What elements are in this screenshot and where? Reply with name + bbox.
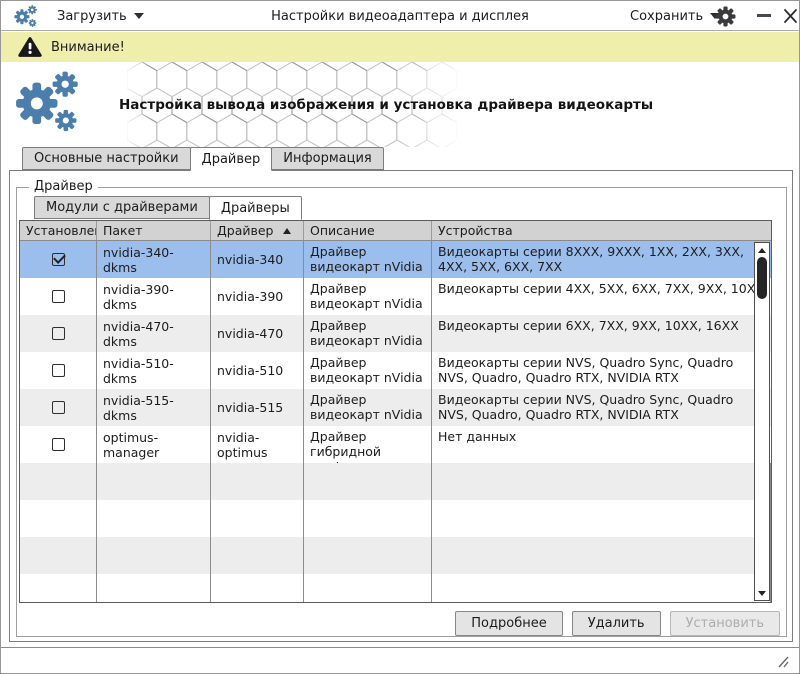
column-header-driver-label: Драйвер [217, 223, 273, 238]
package-cell: nvidia-510-dkms [97, 352, 211, 389]
groupbox-label: Драйвер [29, 179, 98, 194]
status-bar [1, 647, 799, 673]
devices-cell: Нет данных [432, 426, 771, 463]
tab-driver-modules[interactable]: Модули с драйверами [34, 196, 210, 219]
save-menu-button[interactable]: Сохранить [626, 1, 724, 31]
sort-ascending-icon [283, 228, 291, 234]
description-cell: Драйвер видеокарт nVidia [304, 241, 432, 278]
table-row[interactable]: nvidia-340-dkms nvidia-340 Драйвер видео… [20, 241, 771, 278]
driver-cell: nvidia-515 [211, 389, 304, 426]
installed-checkbox[interactable] [52, 401, 65, 414]
column-header-installed[interactable]: Установлен [20, 221, 97, 240]
installed-checkbox[interactable] [52, 438, 65, 451]
installed-cell [20, 389, 97, 426]
package-cell: nvidia-390-dkms [97, 278, 211, 315]
scroll-down-icon [758, 591, 766, 596]
gears-logo-icon [15, 71, 81, 137]
page-title: Настройка вывода изображения и установка… [119, 97, 679, 113]
install-button[interactable]: Установить [670, 611, 780, 636]
details-button[interactable]: Подробнее [455, 611, 562, 636]
column-header-description[interactable]: Описание [304, 221, 432, 240]
remove-button[interactable]: Удалить [572, 611, 661, 636]
settings-gear-button[interactable] [715, 6, 736, 27]
warning-banner: Внимание! [1, 32, 799, 62]
warning-icon [18, 36, 42, 58]
description-cell: Драйвер видеокарт nVidia [304, 278, 432, 315]
devices-cell: Видеокарты серии NVS, Quadro Sync, Quadr… [432, 352, 771, 389]
tab-drivers[interactable]: Драйверы [209, 196, 302, 220]
load-menu-label: Загрузить [57, 9, 127, 24]
driver-subtabs: Модули с драйверами Драйверы [34, 196, 301, 220]
minimize-icon [757, 14, 771, 17]
close-button[interactable] [781, 1, 800, 31]
save-menu-label: Сохранить [630, 9, 703, 24]
column-header-driver[interactable]: Драйвер [211, 221, 304, 240]
driver-cell: nvidia-optimus [211, 426, 304, 463]
drivers-table: Установлен Пакет Драйвер Описание Устрой… [19, 220, 772, 603]
scrollbar-down-button[interactable] [755, 587, 769, 599]
installed-checkbox[interactable] [52, 290, 65, 303]
description-cell: Драйвер видеокарт nVidia [304, 315, 432, 352]
table-row[interactable]: nvidia-470-dkms nvidia-470 Драйвер видео… [20, 315, 771, 352]
page-header: Настройка вывода изображения и установка… [1, 62, 799, 147]
empty-row [20, 500, 771, 537]
empty-row [20, 537, 771, 574]
installed-cell [20, 315, 97, 352]
warning-label: Внимание! [51, 40, 125, 55]
table-row[interactable]: nvidia-515-dkms nvidia-515 Драйвер видео… [20, 389, 771, 426]
empty-row [20, 463, 771, 500]
resize-grip[interactable] [774, 654, 790, 668]
driver-cell: nvidia-470 [211, 315, 304, 352]
column-header-devices[interactable]: Устройства [432, 221, 771, 240]
driver-cell: nvidia-340 [211, 241, 304, 278]
devices-cell: Видеокарты серии NVS, Quadro Sync, Quadr… [432, 389, 771, 426]
devices-cell: Видеокарты серии 8XXX, 9XXX, 1XX, 2XX, 3… [432, 241, 771, 278]
devices-cell: Видеокарты серии 4XX, 5XX, 6XX, 7XX, 9XX… [432, 278, 771, 315]
table-row[interactable]: nvidia-390-dkms nvidia-390 Драйвер видео… [20, 278, 771, 315]
empty-row [20, 574, 771, 603]
installed-checkbox[interactable] [52, 253, 65, 266]
package-cell: nvidia-340-dkms [97, 241, 211, 278]
tab-driver[interactable]: Драйвер [190, 147, 273, 171]
vertical-scrollbar[interactable] [754, 242, 770, 601]
installed-checkbox[interactable] [52, 327, 65, 340]
column-header-package[interactable]: Пакет [97, 221, 211, 240]
main-tabs: Основные настройки Драйвер Информация [22, 147, 383, 171]
app-window: Загрузить Настройки видеоадаптера и дисп… [0, 0, 800, 674]
close-icon [781, 1, 800, 31]
chevron-down-icon [134, 13, 144, 19]
minimize-button[interactable] [753, 1, 775, 31]
scroll-up-icon [758, 248, 766, 253]
driver-tab-panel: Драйвер Модули с драйверами Драйверы Уст… [9, 170, 793, 642]
tab-basic-settings[interactable]: Основные настройки [22, 147, 191, 170]
package-cell: nvidia-470-dkms [97, 315, 211, 352]
scrollbar-up-button[interactable] [755, 244, 769, 256]
table-row[interactable]: nvidia-510-dkms nvidia-510 Драйвер видео… [20, 352, 771, 389]
app-gears-icon [14, 5, 38, 29]
description-cell: Драйвер видеокарт nVidia [304, 352, 432, 389]
table-header: Установлен Пакет Драйвер Описание Устрой… [20, 221, 771, 241]
description-cell: Драйвер гибридной графики ноутбука [304, 426, 432, 463]
installed-cell [20, 241, 97, 278]
devices-cell: Видеокарты серии 6XX, 7XX, 9XX, 10XX, 16… [432, 315, 771, 352]
title-bar: Загрузить Настройки видеоадаптера и дисп… [1, 1, 799, 31]
package-cell: nvidia-515-dkms [97, 389, 211, 426]
load-menu-button[interactable]: Загрузить [53, 1, 148, 31]
tab-information[interactable]: Информация [271, 147, 383, 170]
driver-groupbox: Драйвер Модули с драйверами Драйверы Уст… [16, 187, 787, 637]
installed-cell [20, 352, 97, 389]
driver-cell: nvidia-510 [211, 352, 304, 389]
action-buttons: Подробнее Удалить Установить [455, 611, 780, 636]
description-cell: Драйвер видеокарт nVidia [304, 389, 432, 426]
installed-cell [20, 278, 97, 315]
table-row[interactable]: optimus-manager nvidia-optimus Драйвер г… [20, 426, 771, 463]
driver-cell: nvidia-390 [211, 278, 304, 315]
package-cell: optimus-manager [97, 426, 211, 463]
installed-cell [20, 426, 97, 463]
installed-checkbox[interactable] [52, 364, 65, 377]
scrollbar-thumb[interactable] [757, 257, 767, 299]
